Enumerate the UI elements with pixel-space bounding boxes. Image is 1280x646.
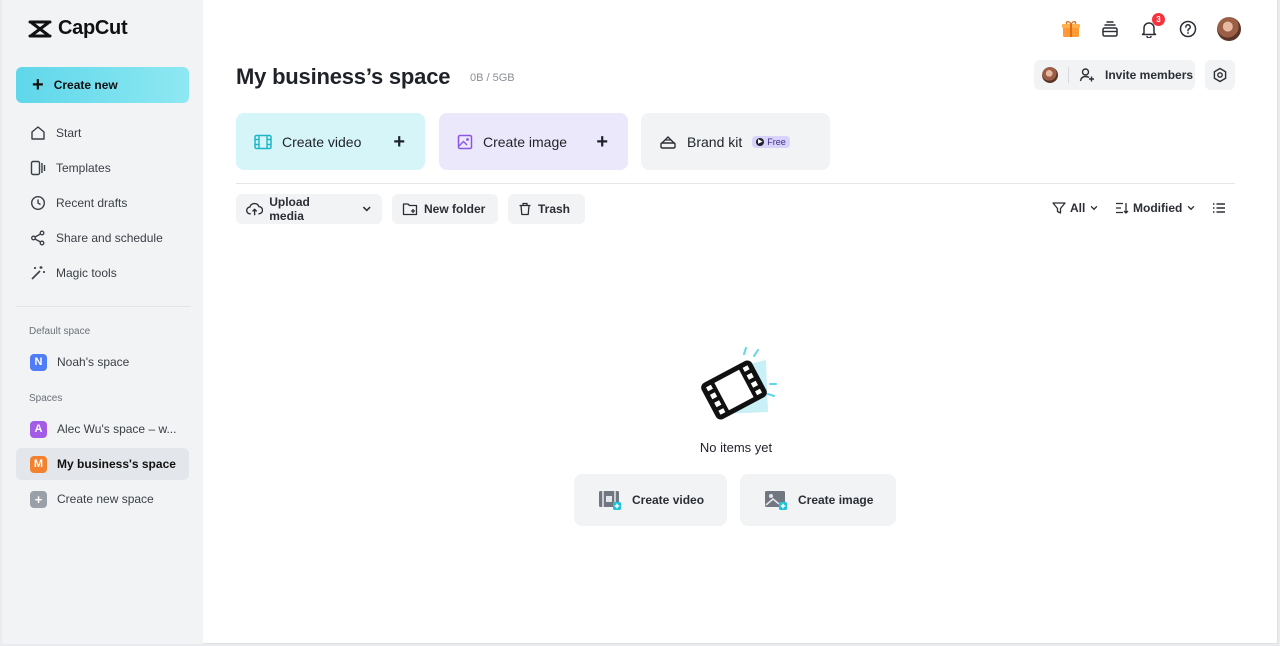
filter-label: All (1070, 201, 1086, 215)
free-badge: ▶ Free (752, 135, 790, 148)
invite-members-label: Invite members (1105, 68, 1194, 82)
upload-media-button[interactable]: Upload media (236, 194, 382, 224)
sort-label: Modified (1133, 201, 1183, 215)
list-view-toggle[interactable] (1212, 201, 1226, 215)
sidebar-item-label: Recent drafts (56, 196, 128, 210)
create-image-label: Create image (483, 133, 568, 150)
plus-icon: + (596, 130, 608, 153)
trash-label: Trash (538, 202, 571, 216)
sidebar-item-label: Templates (56, 161, 111, 175)
space-avatar: A (30, 420, 47, 438)
capcut-logo-icon (28, 20, 52, 37)
pro-icon: ▶ (756, 137, 765, 146)
sidebar-item-label: Magic tools (56, 266, 117, 280)
filter-icon (1052, 202, 1066, 214)
create-video-card[interactable]: Create video + (236, 113, 425, 170)
sidebar-item-share-schedule[interactable]: Share and schedule (16, 222, 189, 254)
settings-icon (1213, 67, 1227, 83)
home-icon (31, 126, 45, 140)
film-icon (254, 134, 272, 149)
trash-button[interactable]: Trash (508, 194, 585, 224)
help-icon[interactable] (1178, 17, 1198, 41)
empty-state-text: No items yet (699, 440, 773, 455)
app-window: CapCut + Create new Start Templates Rece… (2, 0, 1278, 644)
gift-icon[interactable] (1061, 17, 1081, 41)
image-icon (457, 134, 473, 149)
brand-kit-icon (660, 135, 676, 149)
empty-film-illustration (701, 347, 777, 420)
folder-plus-icon (402, 203, 418, 216)
empty-create-video-button[interactable]: Create video (574, 474, 727, 526)
space-settings-button[interactable] (1205, 60, 1235, 90)
plus-icon: + (32, 74, 44, 96)
add-user-icon (1079, 68, 1094, 82)
create-new-button[interactable]: + Create new (16, 67, 189, 103)
share-icon (31, 230, 45, 246)
notifications-bell-icon[interactable]: 3 (1139, 13, 1165, 41)
space-avatar: M (30, 455, 47, 473)
brand-kit-label: Brand kit (687, 133, 743, 150)
upload-media-label: Upload media (269, 195, 310, 223)
member-avatar (1042, 67, 1058, 83)
filter-dropdown[interactable]: All (1052, 201, 1099, 215)
space-item-noah[interactable]: N Noah's space (16, 346, 189, 378)
create-image-card[interactable]: Create image + (439, 113, 628, 170)
top-toolbar: 3 (1061, 13, 1241, 41)
sidebar: CapCut + Create new Start Templates Rece… (2, 0, 203, 644)
new-folder-button[interactable]: New folder (392, 194, 498, 224)
new-folder-label: New folder (424, 202, 486, 216)
brand-kit-card[interactable]: Brand kit ▶ Free (641, 113, 830, 170)
invite-members-button[interactable]: Invite members (1034, 60, 1195, 90)
page-title: My business’s space (236, 64, 451, 89)
create-new-label: Create new (53, 78, 118, 92)
storage-usage: 0B / 5GB (470, 72, 515, 84)
separator (1068, 67, 1069, 83)
chevron-down-icon (1187, 205, 1195, 211)
space-name: Alec Wu's space – w... (57, 422, 177, 436)
brand-name: CapCut (58, 17, 128, 39)
chevron-down-icon (1090, 205, 1098, 211)
image-add-icon (765, 491, 787, 510)
free-badge-label: Free (767, 136, 786, 147)
create-space-label: Create new space (57, 492, 154, 506)
sidebar-item-templates[interactable]: Templates (16, 152, 189, 184)
chevron-down-icon (362, 206, 371, 212)
create-new-space-button[interactable]: + Create new space (16, 483, 189, 515)
magic-wand-icon (31, 266, 45, 280)
sort-dropdown[interactable]: Modified (1115, 201, 1196, 215)
sidebar-divider (16, 306, 191, 307)
plus-icon: + (393, 130, 405, 153)
space-name: My business's space (57, 457, 176, 471)
cloud-upload-icon (246, 202, 264, 216)
list-view-icon (1213, 203, 1225, 213)
notification-badge: 3 (1152, 13, 1165, 26)
empty-create-video-label: Create video (632, 493, 705, 507)
empty-create-image-button[interactable]: Create image (740, 474, 896, 526)
space-name: Noah's space (57, 355, 130, 369)
trash-icon (519, 202, 531, 216)
sidebar-item-label: Start (56, 126, 82, 140)
layers-icon[interactable] (1100, 17, 1120, 41)
capcut-logo[interactable]: CapCut (28, 17, 128, 40)
user-avatar[interactable] (1217, 17, 1241, 41)
content-divider (236, 183, 1235, 184)
empty-create-image-label: Create image (798, 493, 874, 507)
video-add-icon (599, 491, 621, 510)
templates-icon (30, 160, 46, 176)
sidebar-item-recent-drafts[interactable]: Recent drafts (16, 187, 189, 219)
sidebar-item-start[interactable]: Start (16, 117, 189, 149)
create-video-label: Create video (282, 133, 362, 150)
space-avatar: N (30, 353, 47, 371)
sort-icon (1116, 202, 1129, 214)
sidebar-item-magic-tools[interactable]: Magic tools (16, 257, 189, 289)
clock-icon (30, 195, 46, 211)
plus-icon: + (30, 490, 47, 508)
default-space-heading: Default space (29, 326, 91, 337)
sidebar-item-label: Share and schedule (56, 231, 163, 245)
spaces-heading: Spaces (29, 393, 63, 404)
